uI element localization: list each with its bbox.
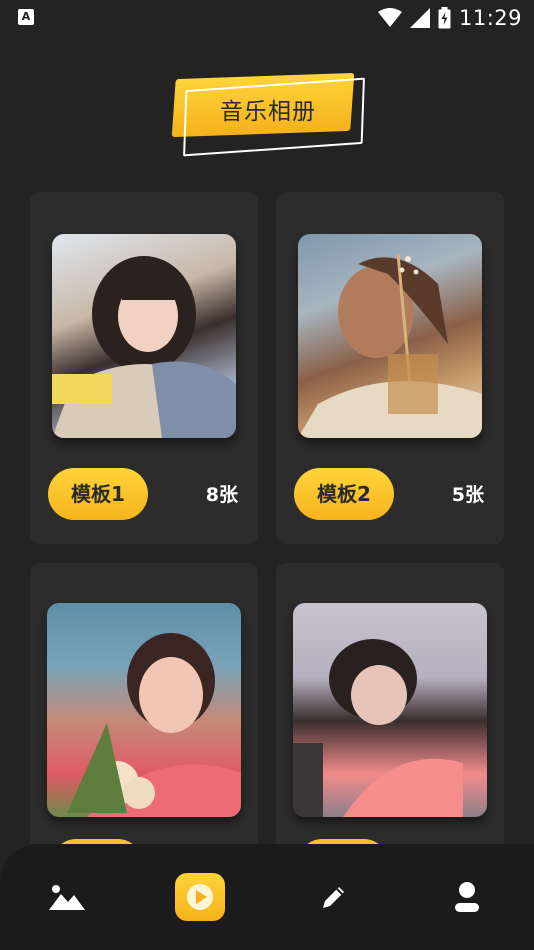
template-card-4[interactable] xyxy=(276,563,504,863)
wifi-icon xyxy=(377,8,402,27)
woman-gold-flowers-photo xyxy=(298,234,482,438)
page-title-badge: 音乐相册 xyxy=(170,70,366,157)
page-title: 音乐相册 xyxy=(220,99,316,125)
user-icon xyxy=(455,882,479,912)
girl-pink-top-photo xyxy=(293,603,487,817)
pencil-icon xyxy=(323,887,344,908)
nav-profile[interactable] xyxy=(400,844,534,950)
status-right-group: 11:29 xyxy=(377,4,522,32)
template-2-count: 5张 xyxy=(451,484,484,506)
template-card-3[interactable] xyxy=(30,563,258,863)
template-card-2[interactable]: 模板2 5张 xyxy=(276,192,504,544)
signal-icon xyxy=(409,8,430,28)
girl-with-bouquet-photo xyxy=(47,603,241,817)
notification-app-icon: A xyxy=(18,9,34,25)
nav-music-album[interactable] xyxy=(133,844,267,950)
template-1-button[interactable]: 模板1 xyxy=(48,468,148,520)
template-2-button[interactable]: 模板2 xyxy=(294,468,394,520)
template-1-count: 8张 xyxy=(205,484,238,506)
status-bar: A 11:29 xyxy=(0,0,534,36)
template-card-1[interactable]: 模板1 8张 xyxy=(30,192,258,544)
image-gallery-icon xyxy=(49,885,85,910)
nav-gallery[interactable] xyxy=(0,844,134,950)
play-icon xyxy=(187,884,213,910)
nav-edit[interactable] xyxy=(267,844,401,950)
bottom-nav xyxy=(0,844,534,950)
girl-painting-photo xyxy=(52,234,236,438)
status-time: 11:29 xyxy=(458,6,522,30)
active-tab-indicator xyxy=(175,873,225,921)
app-screen: A 11:29 音乐相册 模板1 8张 模板2 5张 xyxy=(0,0,534,950)
battery-charging-icon xyxy=(438,7,451,29)
